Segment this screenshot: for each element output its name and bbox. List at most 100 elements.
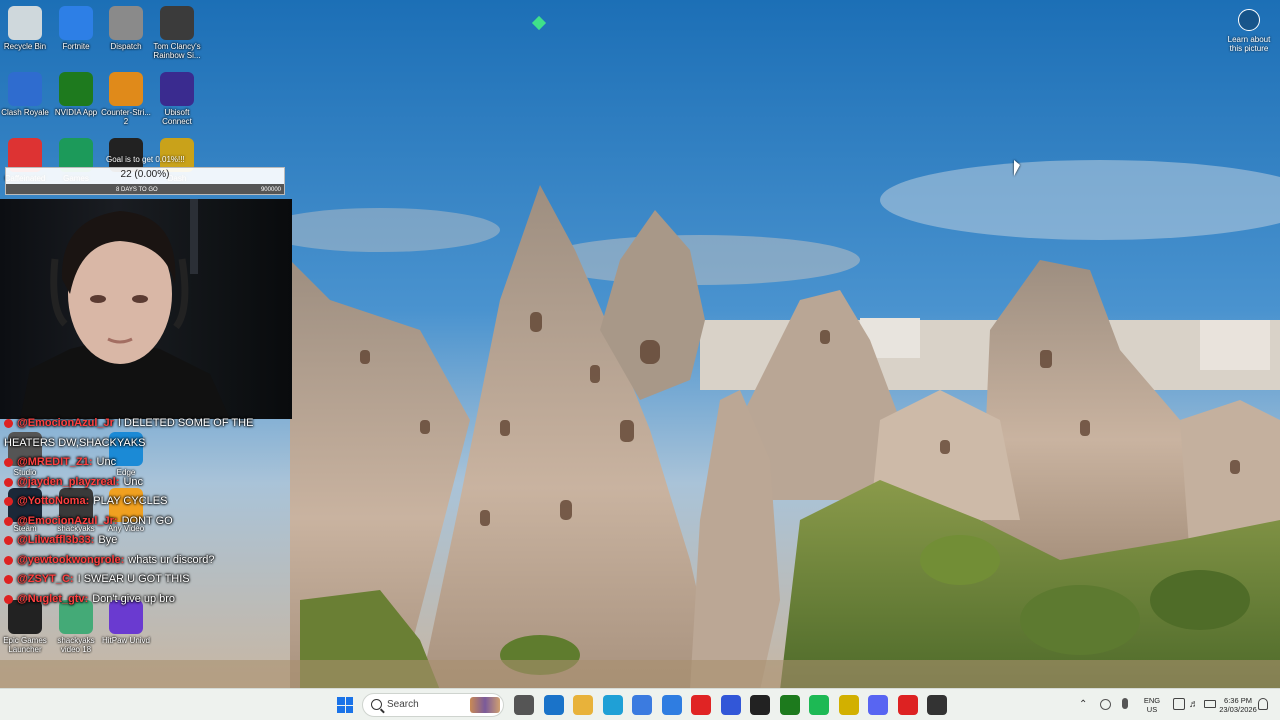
chat-text: Unc bbox=[123, 475, 143, 488]
outlook-icon[interactable] bbox=[543, 695, 564, 715]
desktop-icon-label: Fortnite bbox=[62, 42, 90, 51]
chat-message: @YottoNoma: PLAY CYCLES bbox=[4, 492, 304, 512]
desktop-icon-label: HitPaw Univd bbox=[101, 636, 150, 645]
desktop-icon-label: Recycle Bin bbox=[3, 42, 47, 51]
chat-message: HEATERS DW,SHACKYAKS bbox=[4, 434, 304, 454]
desktop-icon[interactable]: Fortnite bbox=[51, 6, 101, 51]
desktop-icon-label: Clash Royale bbox=[1, 108, 49, 117]
app-icon bbox=[109, 6, 143, 40]
region-label: US bbox=[1146, 705, 1158, 714]
search-icon bbox=[371, 699, 382, 710]
taskbar-search[interactable]: Search bbox=[362, 693, 504, 717]
webcam-person bbox=[20, 199, 230, 419]
file-icon[interactable] bbox=[514, 695, 534, 715]
clock-date: 23/03/2026 bbox=[1219, 705, 1257, 714]
chat-badge-icon bbox=[4, 555, 13, 565]
desktop-icon-label: Ubisoft Connect bbox=[162, 108, 192, 126]
desktop-icon[interactable]: Recycle Bin bbox=[0, 6, 50, 51]
copilot-icon[interactable] bbox=[632, 695, 652, 715]
chat-text: Unc bbox=[96, 456, 117, 468]
chat-message: @EmocionAzul_Jr I DELETED SOME OF THE bbox=[4, 414, 304, 434]
chat-message: @Lilwaffl3b33: Bye bbox=[4, 531, 304, 551]
desktop-icon-label: Dispatch bbox=[110, 42, 142, 51]
search-highlight-image bbox=[470, 697, 500, 713]
chat-text: whats ur discord? bbox=[128, 553, 215, 566]
app-icon[interactable] bbox=[720, 695, 741, 715]
store-icon[interactable] bbox=[661, 695, 682, 715]
desktop-icon[interactable]: Tom Clancy's Rainbow Si... bbox=[152, 6, 202, 60]
chat-username: @MREDIT_Z1: bbox=[17, 456, 93, 468]
chat-username: @yewtookwongrole: bbox=[17, 553, 125, 566]
chat-message: @jayden_playzreal: Unc bbox=[4, 473, 304, 493]
chat-username: @EmocionAzul_Jr bbox=[17, 417, 114, 429]
chat-message: @EmocionAzul_Jr: DONT GO bbox=[4, 512, 304, 532]
chat-badge-icon bbox=[4, 458, 13, 468]
goal-target: 900000 bbox=[260, 187, 281, 193]
desktop-icon[interactable]: NVIDIA App bbox=[51, 72, 101, 117]
language-label: ENG bbox=[1143, 696, 1161, 705]
chat-username: @YottoNoma: bbox=[17, 495, 90, 507]
learn-about-label: Learn about this picture bbox=[1227, 35, 1271, 53]
nvidia-icon[interactable] bbox=[779, 695, 800, 715]
record-icon[interactable] bbox=[897, 695, 918, 715]
network-icon[interactable] bbox=[1173, 698, 1185, 710]
language-indicator[interactable]: ENG US bbox=[1142, 696, 1162, 714]
desktop-icon-label: shackyaks video 18 bbox=[57, 636, 95, 654]
clock-time: 6:36 PM bbox=[1224, 696, 1252, 705]
obs-icon[interactable] bbox=[927, 695, 947, 715]
spotify-icon[interactable] bbox=[809, 695, 829, 715]
taskbar: Search ⌃ ENG US ♬ 6:36 PM 23/03/2026 bbox=[0, 688, 1280, 720]
volume-icon[interactable]: ♬ bbox=[1189, 699, 1199, 710]
chat-username: @jayden_playzreal: bbox=[17, 475, 120, 488]
mouse-cursor bbox=[1014, 160, 1020, 176]
webcam-feed bbox=[0, 199, 292, 419]
chat-text: Bye bbox=[98, 534, 118, 546]
app-icon bbox=[109, 72, 143, 106]
edge-icon[interactable] bbox=[602, 695, 623, 715]
desktop-icon[interactable]: Dispatch bbox=[101, 6, 151, 51]
tray-app-icon[interactable] bbox=[1100, 699, 1111, 710]
folder-icon[interactable] bbox=[573, 695, 593, 715]
game-icon[interactable] bbox=[838, 695, 859, 715]
desktop-icon-label: NVIDIA App bbox=[54, 108, 98, 117]
desktop-icon-label: Counter-Stri... 2 bbox=[101, 108, 151, 126]
chat-text: DONT GO bbox=[121, 514, 173, 527]
chat-badge-icon bbox=[4, 477, 13, 487]
notification-icon[interactable] bbox=[1258, 698, 1268, 710]
goal-value: 22 (0.00%) bbox=[120, 169, 170, 180]
chat-badge-icon bbox=[4, 419, 13, 429]
capcut-icon[interactable] bbox=[750, 695, 770, 715]
desktop-icon-label: Epic Games Launcher bbox=[3, 636, 47, 654]
discord-icon[interactable] bbox=[868, 695, 888, 715]
tray-mic-icon[interactable] bbox=[1122, 698, 1128, 709]
chat-message: @yewtookwongrole: whats ur discord? bbox=[4, 551, 304, 571]
chat-message: @ZSYT_C: I SWEAR U GOT THIS bbox=[4, 570, 304, 590]
app-icon bbox=[8, 6, 42, 40]
start-button[interactable] bbox=[337, 697, 353, 713]
chat-text: I DELETED SOME OF THE bbox=[117, 417, 254, 429]
chat-message: @MREDIT_Z1: Unc bbox=[4, 453, 304, 473]
desktop-icon[interactable]: Clash Royale bbox=[0, 72, 50, 117]
chat-badge-icon bbox=[4, 497, 13, 507]
chat-text: I SWEAR U GOT THIS bbox=[77, 573, 190, 585]
app-icon bbox=[59, 72, 93, 106]
app-icon bbox=[59, 6, 93, 40]
youtube-icon[interactable] bbox=[691, 695, 711, 715]
desktop-icon[interactable]: Ubisoft Connect bbox=[152, 72, 202, 126]
stream-chat: @EmocionAzul_Jr I DELETED SOME OF THE HEAT… bbox=[4, 414, 304, 609]
desktop-icon-label: Tom Clancy's Rainbow Si... bbox=[153, 42, 201, 60]
clock[interactable]: 6:36 PM 23/03/2026 bbox=[1218, 696, 1258, 714]
tray-overflow-icon[interactable]: ⌃ bbox=[1079, 699, 1087, 710]
chat-badge-icon bbox=[4, 594, 13, 604]
chat-username: @Nuglet_gtv: bbox=[17, 592, 89, 605]
desktop-icon[interactable]: Counter-Stri... 2 bbox=[101, 72, 151, 126]
chat-badge-icon bbox=[4, 536, 13, 546]
battery-icon[interactable] bbox=[1204, 700, 1216, 708]
goal-caption: Goal is to get 0.01%!!! bbox=[106, 155, 185, 164]
goal-days-left: 8 DAYS TO GO bbox=[116, 187, 158, 193]
chat-message: @Nuglet_gtv: Don't give up bro bbox=[4, 590, 304, 610]
learn-about-picture[interactable]: Learn about this picture bbox=[1224, 9, 1274, 53]
app-icon bbox=[8, 72, 42, 106]
camera-icon bbox=[1238, 9, 1260, 31]
app-icon bbox=[160, 72, 194, 106]
